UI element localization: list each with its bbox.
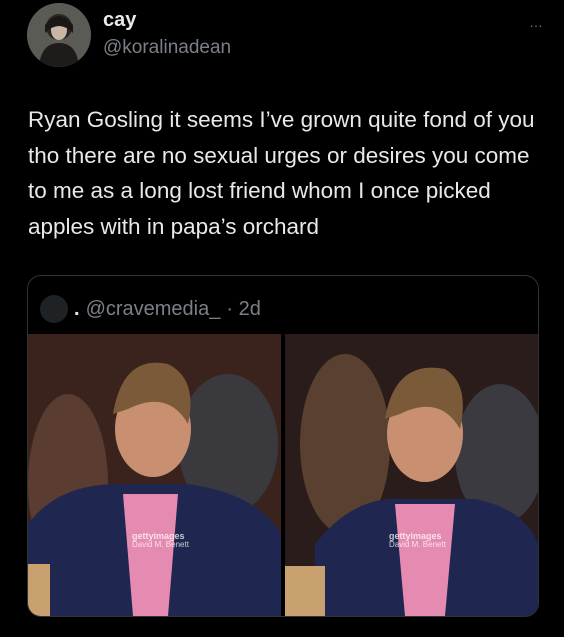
quoted-avatar[interactable] (40, 295, 68, 323)
tweet: cay @koralinadean … Ryan Gosling it seem… (0, 0, 564, 637)
quoted-separator: . (74, 297, 80, 320)
quoted-tweet[interactable]: . @cravemedia_ · 2d gettyimages David M.… (27, 275, 539, 617)
quoted-time: · 2d (226, 297, 261, 320)
photo-image (28, 334, 281, 616)
quoted-photo-2[interactable]: gettyimages David M. Benett (285, 334, 538, 616)
quoted-photo-1[interactable]: gettyimages David M. Benett (28, 334, 281, 616)
author-handle[interactable]: @koralinadean (103, 37, 231, 59)
quoted-handle[interactable]: @cravemedia_ (86, 298, 221, 321)
tweet-text: Ryan Gosling it seems I’ve grown quite f… (28, 107, 535, 239)
quoted-photos: gettyimages David M. Benett gettyimages (28, 334, 538, 616)
photo-image (285, 334, 538, 616)
author-name[interactable]: cay (103, 9, 136, 32)
avatar-image (27, 3, 91, 67)
quoted-tweet-header: . @cravemedia_ · 2d (40, 294, 261, 324)
photo-watermark: gettyimages David M. Benett (389, 531, 446, 549)
avatar[interactable] (27, 3, 91, 67)
photo-watermark: gettyimages David M. Benett (132, 531, 189, 549)
more-icon[interactable]: … (529, 14, 544, 30)
